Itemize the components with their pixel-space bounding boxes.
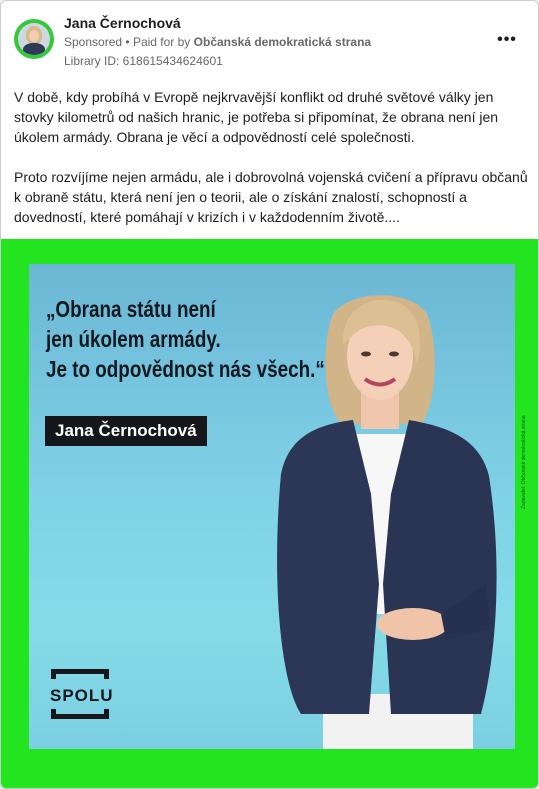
avatar-photo	[18, 23, 50, 55]
more-dots-icon: •••	[497, 31, 517, 48]
avatar-face	[29, 30, 39, 42]
ad-creative[interactable]: „Obrana státu není jen úkolem armády. Je…	[1, 239, 538, 788]
logo-text: SPOLU	[50, 686, 114, 705]
sponsored-meta: Sponsored • Paid for by Občanská demokra…	[64, 35, 371, 49]
name-plate: Jana Černochová	[45, 416, 207, 446]
more-options-button[interactable]: •••	[493, 31, 521, 53]
logo-bracket-top	[51, 669, 109, 679]
woman-portrait	[277, 295, 497, 749]
right-eye	[389, 351, 399, 357]
logo-bracket-bottom	[51, 709, 109, 719]
ad-card: Jana Černochová Sponsored • Paid for by …	[0, 0, 539, 789]
paid-for-prefix: Paid for by	[132, 35, 191, 49]
payer-name-link[interactable]: Občanská demokratická strana	[194, 35, 371, 49]
ad-image[interactable]: „Obrana státu není jen úkolem armády. Je…	[29, 264, 515, 749]
disclaimer-vertical: Zadavatel: Občanská demokratická strana	[521, 359, 531, 509]
hands	[377, 608, 449, 640]
blazer-right	[383, 420, 497, 714]
library-id: Library ID: 618615434624601	[64, 54, 223, 68]
page-avatar[interactable]	[14, 19, 54, 59]
page-name-link[interactable]: Jana Černochová	[64, 15, 181, 31]
left-eye	[361, 351, 371, 357]
avatar-body	[23, 43, 45, 55]
post-body: V době, kdy probíhá v Evropě nejkrvavějš…	[14, 87, 529, 227]
post-header: Jana Černochová Sponsored • Paid for by …	[1, 1, 538, 79]
body-paragraph-2: Proto rozvíjíme nejen armádu, ale i dobr…	[14, 169, 528, 225]
sponsored-label: Sponsored	[64, 35, 123, 49]
blazer	[277, 420, 379, 714]
spolu-logo: SPOLU	[47, 669, 115, 725]
dot-separator: •	[125, 35, 133, 49]
disclaimer-text: Zadavatel: Občanská demokratická strana	[521, 415, 527, 509]
body-paragraph-1: V době, kdy probíhá v Evropě nejkrvavějš…	[14, 89, 499, 145]
